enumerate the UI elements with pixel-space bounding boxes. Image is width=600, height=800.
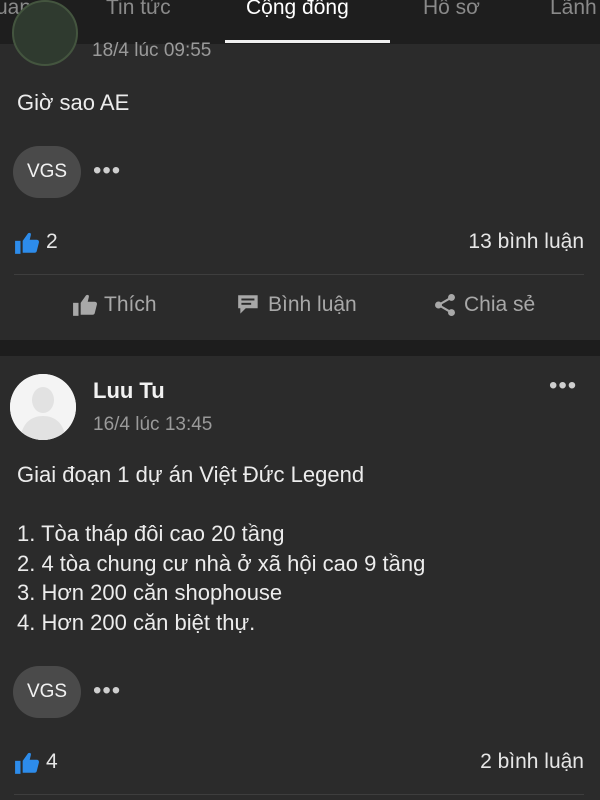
post-content: Giai đoạn 1 dự án Việt Đức Legend 1. Tòa… xyxy=(17,462,426,635)
top-tab-bar: uan Tin tức Cộng đồng Hồ sơ Lãnh xyxy=(0,0,600,44)
like-count: 2 xyxy=(46,230,58,253)
post-separator xyxy=(0,340,600,356)
thumbs-up-icon xyxy=(15,752,39,774)
stock-tag-chip[interactable]: VGS xyxy=(13,146,81,198)
tab-news[interactable]: Tin tức xyxy=(106,0,171,40)
thumbs-up-outline-icon xyxy=(73,294,97,316)
avatar[interactable] xyxy=(12,0,78,66)
share-button-label: Chia sẻ xyxy=(464,293,536,316)
like-button[interactable]: Thích xyxy=(72,292,157,318)
reaction-summary: 2 13 bình luận xyxy=(0,228,600,260)
comment-button[interactable]: Bình luận xyxy=(236,292,357,318)
author-name[interactable]: Luu Tu xyxy=(93,378,165,404)
post-card: 18/4 lúc 09:55 Giờ sao AE VGS ••• 2 13 b… xyxy=(0,0,600,340)
divider xyxy=(14,274,584,275)
default-avatar-icon xyxy=(10,374,76,440)
comment-count[interactable]: 2 bình luận xyxy=(480,750,584,774)
post-content: Giờ sao AE xyxy=(17,90,130,115)
post-more-button[interactable]: ••• xyxy=(549,374,577,398)
share-icon xyxy=(435,293,455,317)
post-time: 18/4 lúc 09:55 xyxy=(92,40,212,61)
tab-profile[interactable]: Hồ sơ xyxy=(423,0,480,40)
like-button-label: Thích xyxy=(104,293,157,316)
active-tab-indicator xyxy=(225,40,390,43)
thumbs-up-icon xyxy=(15,232,39,254)
share-button[interactable]: Chia sẻ xyxy=(432,292,535,318)
tab-leaders[interactable]: Lãnh xyxy=(550,0,597,40)
comment-button-label: Bình luận xyxy=(268,293,357,316)
stock-tag-chip[interactable]: VGS xyxy=(13,666,81,718)
reaction-summary: 4 2 bình luận xyxy=(0,748,600,780)
post-card: Luu Tu 16/4 lúc 13:45 ••• Giai đoạn 1 dự… xyxy=(0,356,600,800)
tab-community[interactable]: Cộng đồng xyxy=(246,0,349,40)
avatar[interactable] xyxy=(10,374,76,440)
tag-more-button[interactable]: ••• xyxy=(93,679,121,703)
like-count: 4 xyxy=(46,750,58,773)
comment-icon xyxy=(238,295,258,314)
comment-count[interactable]: 13 bình luận xyxy=(468,230,584,254)
post-time: 16/4 lúc 13:45 xyxy=(93,414,213,435)
tag-more-button[interactable]: ••• xyxy=(93,159,121,183)
divider xyxy=(14,794,584,795)
